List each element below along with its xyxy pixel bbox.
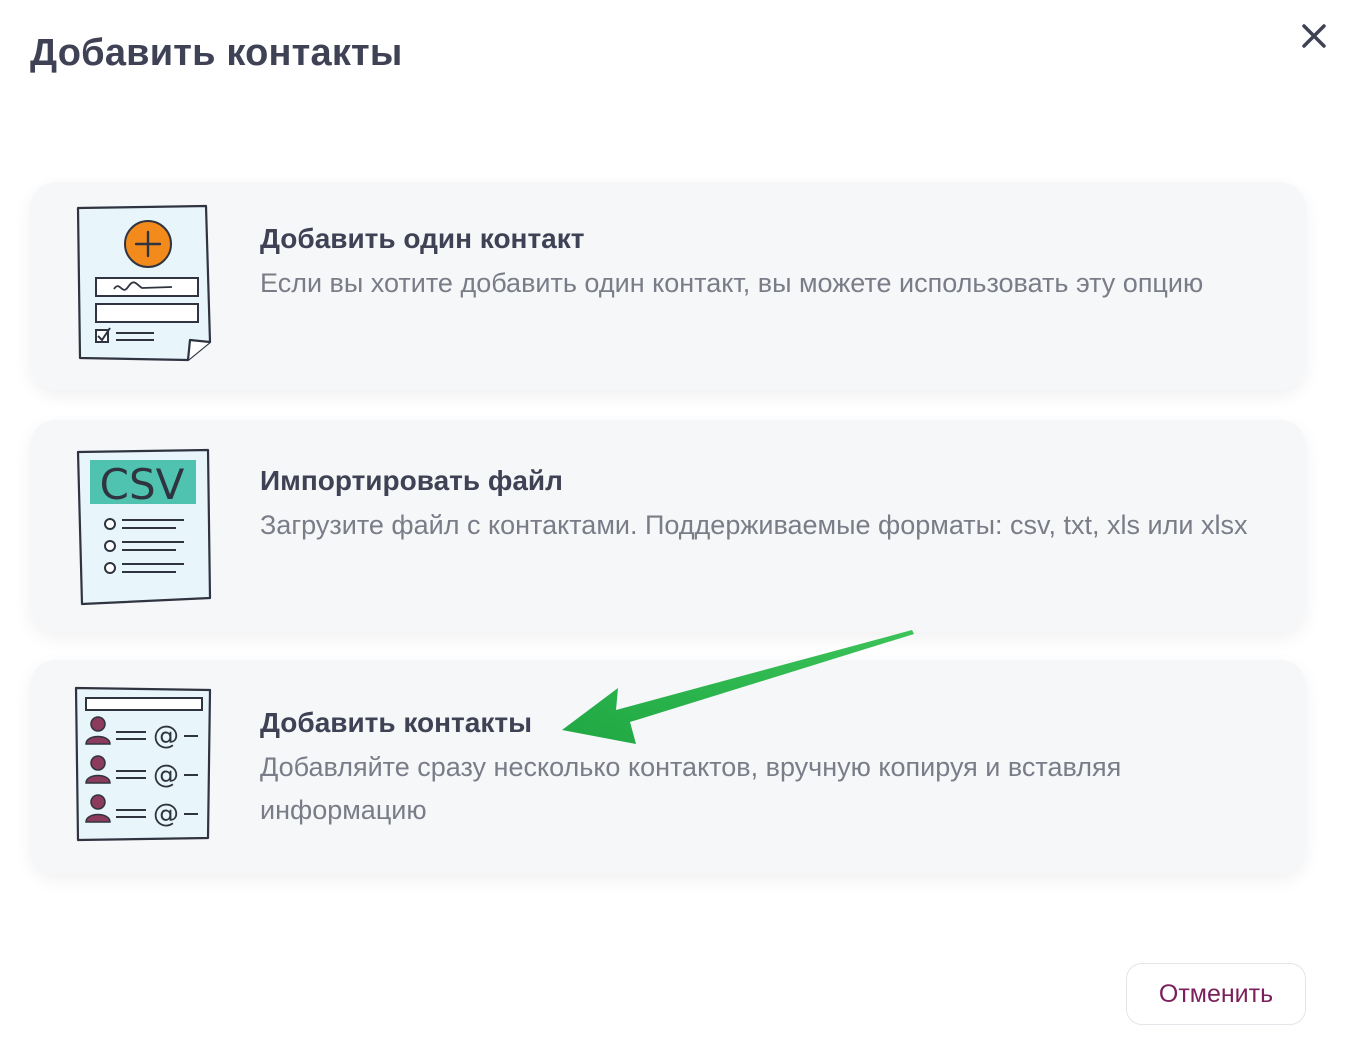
add-contacts-modal: Добавить контакты Добавить один контакт … <box>0 0 1352 1048</box>
option-text: Добавить один контакт Если вы хотите доб… <box>260 222 1266 305</box>
option-description: Добавляйте сразу несколько контактов, вр… <box>260 752 1122 825</box>
svg-text:@: @ <box>153 799 179 829</box>
cancel-button[interactable]: Отменить <box>1126 963 1306 1025</box>
option-text: Импортировать файл Загрузите файл с конт… <box>260 464 1266 547</box>
close-icon <box>1302 24 1326 48</box>
option-title: Импортировать файл <box>260 465 563 496</box>
single-contact-form-illustration <box>76 204 212 362</box>
csv-label: CSV <box>100 460 185 509</box>
close-button[interactable] <box>1294 16 1334 56</box>
option-title: Добавить контакты <box>260 707 532 738</box>
csv-file-illustration: CSV <box>76 448 212 606</box>
option-import-file[interactable]: CSV Импортировать файл Загрузите файл с … <box>30 420 1306 632</box>
option-description: Если вы хотите добавить один контакт, вы… <box>260 268 1204 298</box>
option-add-multiple-contacts[interactable]: @ @ @ Добавить контакты Добавляйте сразу… <box>30 660 1306 874</box>
svg-text:@: @ <box>153 721 179 751</box>
option-description: Загрузите файл с контактами. Поддерживае… <box>260 510 1248 540</box>
contact-list-illustration: @ @ @ <box>74 686 212 842</box>
option-add-single-contact[interactable]: Добавить один контакт Если вы хотите доб… <box>30 182 1306 390</box>
option-text: Добавить контакты Добавляйте сразу неско… <box>260 706 1266 832</box>
option-title: Добавить один контакт <box>260 223 585 254</box>
modal-title: Добавить контакты <box>30 32 403 74</box>
svg-text:@: @ <box>153 760 179 790</box>
